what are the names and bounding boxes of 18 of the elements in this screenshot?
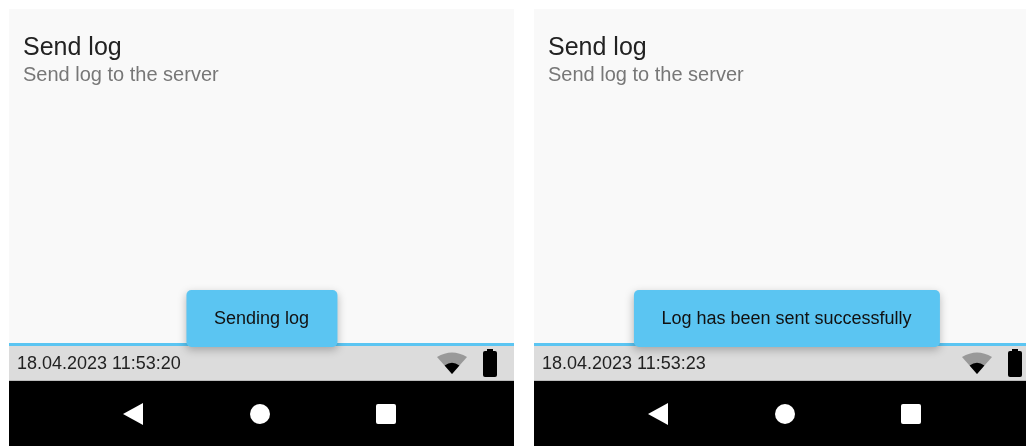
battery-icon [483,349,497,377]
home-icon[interactable] [249,403,270,424]
recents-icon[interactable] [376,403,396,424]
status-time: 18.04.2023 11:53:20 [17,351,181,375]
screen-subtitle: Send log to the server [548,62,745,87]
toast-message: Sending log [185,290,338,347]
screen-subtitle: Send log to the server [23,62,220,87]
battery-icon [1008,349,1022,377]
status-time: 18.04.2023 11:53:23 [542,351,706,375]
wifi-icon [437,352,467,374]
toast-message: Log has been sent successfully [633,290,940,347]
back-icon[interactable] [123,402,143,425]
screen-title: Send log [23,31,123,61]
recents-icon[interactable] [901,403,921,424]
home-icon[interactable] [774,403,795,424]
back-icon[interactable] [648,402,668,425]
screen-title: Send log [548,31,648,61]
wifi-icon [962,352,992,374]
